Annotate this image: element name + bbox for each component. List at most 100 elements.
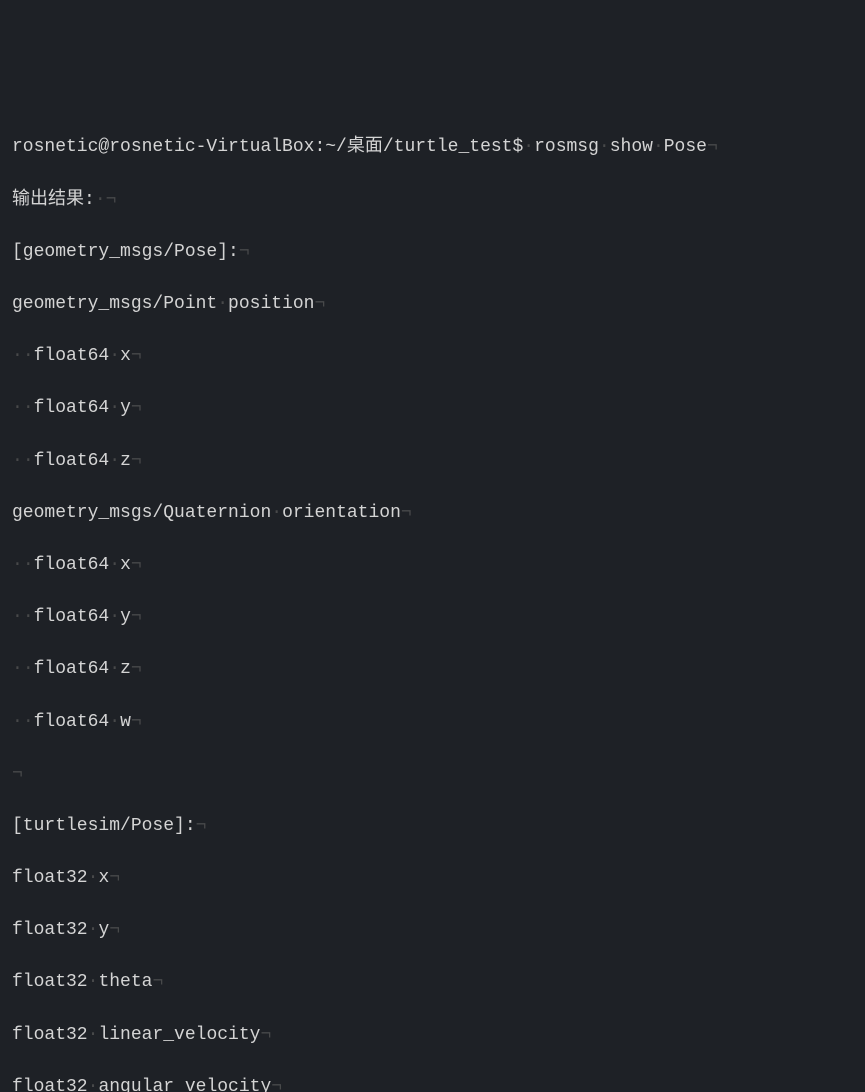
blank-line: ¬ [12, 761, 853, 787]
space-mark: · [12, 451, 23, 471]
orientation-type: geometry_msgs/Quaternion [12, 503, 271, 523]
space-mark: · [23, 451, 34, 471]
space-mark: · [109, 346, 120, 366]
newline-mark: ¬ [196, 816, 207, 836]
command: rosmsg [534, 137, 599, 157]
newline-mark: ¬ [239, 242, 250, 262]
space-mark: · [23, 659, 34, 679]
space-mark: · [271, 503, 282, 523]
space-mark: · [23, 398, 34, 418]
field-line: ··float64·w¬ [12, 709, 853, 735]
newline-mark: ¬ [131, 659, 142, 679]
space-mark: · [109, 451, 120, 471]
prompt-line: rosnetic@rosnetic-VirtualBox:~/桌面/turtle… [12, 134, 853, 160]
space-mark: · [12, 346, 23, 366]
field-name: x [120, 555, 131, 575]
newline-mark: ¬ [260, 1025, 271, 1045]
field-line: ··float64·y¬ [12, 395, 853, 421]
space-mark: · [109, 607, 120, 627]
space-mark: · [109, 712, 120, 732]
field-name: y [120, 398, 131, 418]
newline-mark: ¬ [401, 503, 412, 523]
space-mark: · [88, 1025, 99, 1045]
space-mark: · [88, 1077, 99, 1092]
field-line: ··float64·z¬ [12, 656, 853, 682]
space-mark: · [88, 972, 99, 992]
arg: Pose [664, 137, 707, 157]
section-header-line: [geometry_msgs/Pose]:¬ [12, 239, 853, 265]
newline-mark: ¬ [12, 764, 23, 784]
newline-mark: ¬ [109, 868, 120, 888]
field-type: float64 [34, 712, 110, 732]
newline-mark: ¬ [131, 451, 142, 471]
field-name: y [120, 607, 131, 627]
field-line: float32·y¬ [12, 917, 853, 943]
section-header-line: [turtlesim/Pose]:¬ [12, 813, 853, 839]
newline-mark: ¬ [314, 294, 325, 314]
field-line: geometry_msgs/Quaternion·orientation¬ [12, 500, 853, 526]
terminal-output: rosnetic@rosnetic-VirtualBox:~/桌面/turtle… [12, 108, 853, 1092]
position-type: geometry_msgs/Point [12, 294, 217, 314]
space-mark: · [523, 137, 534, 157]
field-name: y [98, 920, 109, 940]
field-name: theta [98, 972, 152, 992]
position-name: position [228, 294, 314, 314]
space-mark: · [653, 137, 664, 157]
result-label: 输出结果: [12, 190, 95, 210]
field-type: float64 [34, 555, 110, 575]
newline-mark: ¬ [707, 137, 718, 157]
field-type: float64 [34, 451, 110, 471]
field-name: angular_velocity [98, 1077, 271, 1092]
space-mark: · [109, 398, 120, 418]
field-line: ··float64·x¬ [12, 343, 853, 369]
space-mark: · [12, 555, 23, 575]
turtlesim-pose-header: [turtlesim/Pose]: [12, 816, 196, 836]
newline-mark: ¬ [131, 555, 142, 575]
field-type: float32 [12, 1025, 88, 1045]
subcommand: show [610, 137, 653, 157]
field-type: float64 [34, 607, 110, 627]
field-type: float64 [34, 398, 110, 418]
field-line: ··float64·z¬ [12, 448, 853, 474]
newline-mark: ¬ [106, 190, 117, 210]
field-name: z [120, 451, 131, 471]
space-mark: · [23, 607, 34, 627]
space-mark: · [12, 712, 23, 732]
space-mark: · [12, 607, 23, 627]
field-type: float32 [12, 1077, 88, 1092]
newline-mark: ¬ [131, 346, 142, 366]
field-name: x [98, 868, 109, 888]
field-line: float32·theta¬ [12, 969, 853, 995]
field-name: x [120, 346, 131, 366]
orientation-name: orientation [282, 503, 401, 523]
space-mark: · [23, 346, 34, 366]
field-line: geometry_msgs/Point·position¬ [12, 291, 853, 317]
shell-prompt: rosnetic@rosnetic-VirtualBox:~/桌面/turtle… [12, 137, 523, 157]
field-line: ··float64·y¬ [12, 604, 853, 630]
field-type: float32 [12, 972, 88, 992]
field-name: z [120, 659, 131, 679]
newline-mark: ¬ [271, 1077, 282, 1092]
field-name: linear_velocity [98, 1025, 260, 1045]
space-mark: · [109, 555, 120, 575]
field-line: ··float64·x¬ [12, 552, 853, 578]
field-type: float64 [34, 659, 110, 679]
result-label-line: 输出结果:·¬ [12, 187, 853, 213]
space-mark: · [95, 190, 106, 210]
newline-mark: ¬ [109, 920, 120, 940]
field-line: float32·x¬ [12, 865, 853, 891]
geometry-pose-header: [geometry_msgs/Pose]: [12, 242, 239, 262]
space-mark: · [12, 398, 23, 418]
field-line: float32·linear_velocity¬ [12, 1022, 853, 1048]
space-mark: · [217, 294, 228, 314]
field-type: float32 [12, 920, 88, 940]
field-type: float32 [12, 868, 88, 888]
space-mark: · [88, 868, 99, 888]
space-mark: · [109, 659, 120, 679]
space-mark: · [23, 712, 34, 732]
space-mark: · [88, 920, 99, 940]
space-mark: · [12, 659, 23, 679]
newline-mark: ¬ [131, 398, 142, 418]
newline-mark: ¬ [131, 607, 142, 627]
field-name: w [120, 712, 131, 732]
